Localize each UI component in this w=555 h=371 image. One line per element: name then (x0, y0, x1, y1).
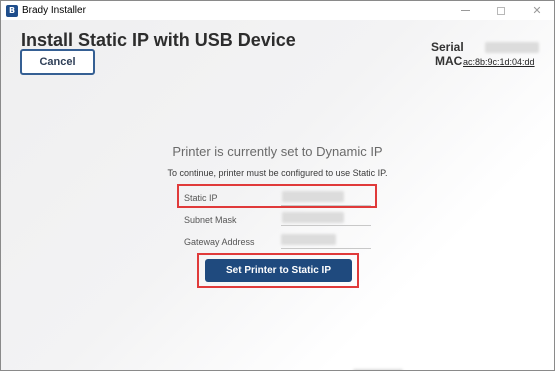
page-title: Install Static IP with USB Device (21, 30, 296, 50)
minimize-button[interactable] (449, 1, 481, 20)
installer-window: B Brady Installer ✕ Install Static IP wi… (0, 0, 555, 371)
brady-app-icon: B (6, 5, 18, 17)
gateway-address-field[interactable] (281, 234, 336, 245)
gateway-address-underline (281, 248, 371, 249)
main-content: Install Static IP with USB Device Cancel… (1, 20, 554, 370)
serial-value-redacted (485, 42, 539, 53)
minimize-icon (460, 10, 470, 11)
cancel-button[interactable]: Cancel (20, 49, 95, 75)
static-ip-label: Static IP (184, 193, 218, 203)
gateway-address-label: Gateway Address (184, 237, 255, 247)
app-icon-letter: B (8, 6, 16, 15)
subnet-mask-underline (281, 225, 371, 226)
subnet-mask-label: Subnet Mask (184, 215, 237, 225)
subnet-mask-field[interactable] (282, 212, 344, 223)
instruction-text: To continue, printer must be configured … (167, 168, 388, 178)
set-static-ip-button[interactable]: Set Printer to Static IP (205, 259, 352, 282)
static-ip-underline (281, 205, 371, 206)
status-heading: Printer is currently set to Dynamic IP (172, 144, 383, 159)
maximize-icon (497, 6, 505, 15)
maximize-button[interactable] (485, 1, 517, 20)
serial-label: Serial (431, 40, 464, 54)
close-button[interactable]: ✕ (521, 1, 553, 20)
window-title: Brady Installer (22, 5, 86, 16)
close-icon: ✕ (532, 4, 542, 17)
static-ip-field[interactable] (282, 191, 344, 202)
mac-address-link[interactable]: ac:8b:9c:1d:04:dd (463, 57, 535, 67)
title-bar: B Brady Installer ✕ (1, 1, 554, 20)
mac-label: MAC (435, 54, 463, 68)
